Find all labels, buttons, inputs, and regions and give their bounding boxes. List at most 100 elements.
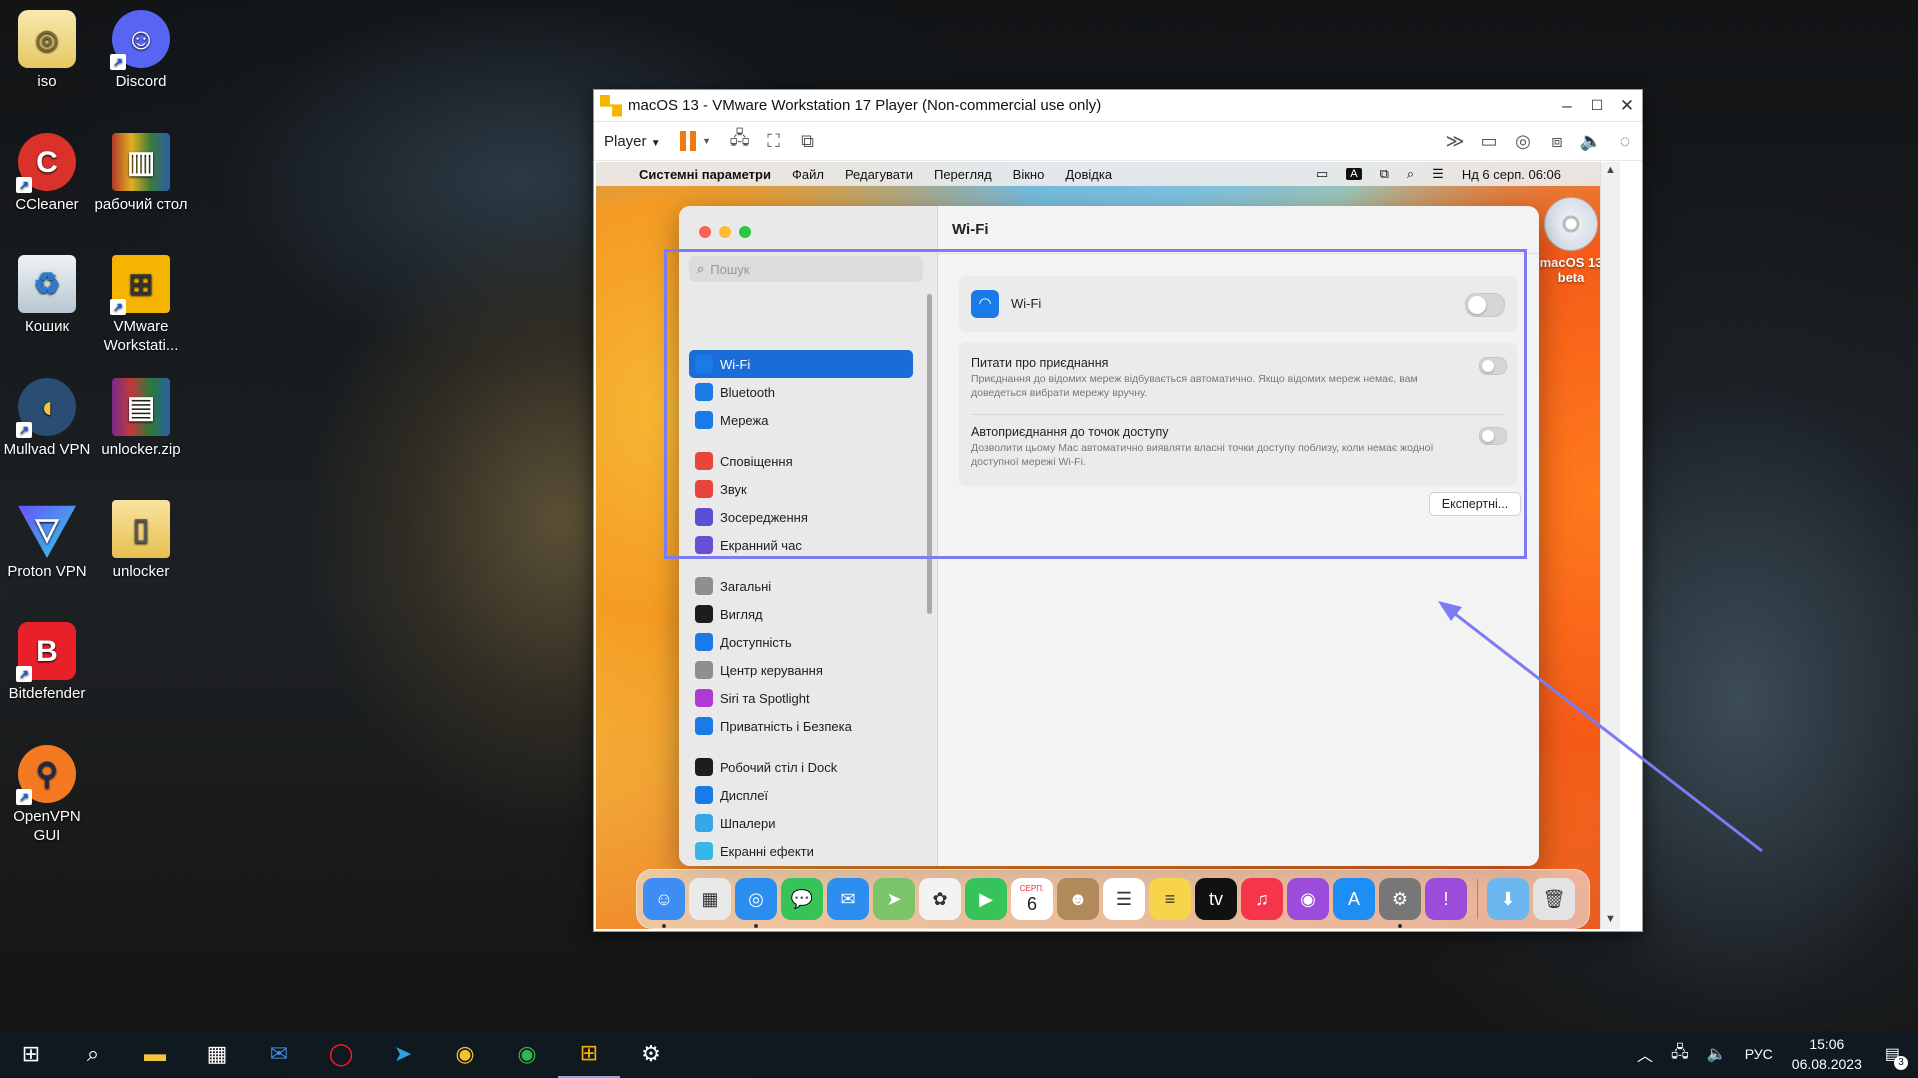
telegram-button[interactable]: ➤ (372, 1031, 434, 1077)
desktop-icon-mullvad[interactable]: ◖ ↗ Mullvad VPN (0, 378, 94, 459)
taskbar-clock[interactable]: 15:06 06.08.2023 (1792, 1034, 1862, 1074)
launchpad-icon[interactable]: ▦ (689, 878, 731, 920)
wifi-toggle[interactable] (1465, 293, 1505, 317)
desktop-icon-openvpn[interactable]: ⚲ ↗ OpenVPN GUI (0, 745, 94, 845)
opera-button[interactable]: ◯ (310, 1031, 372, 1077)
sidebar-item[interactable]: Wi-Fi (689, 350, 913, 378)
screen-mirror-icon[interactable]: ▭ (1316, 166, 1328, 182)
maps-icon[interactable]: ➤ (873, 878, 915, 920)
desktop-icon-bitdefender[interactable]: B ↗ Bitdefender (0, 622, 94, 703)
desktop-icon-unlocker[interactable]: ▯ unlocker (94, 500, 188, 581)
fullscreen-button[interactable]: ⛶ (757, 127, 791, 155)
close-dot[interactable] (699, 226, 711, 238)
more-devices-button[interactable]: ≫ (1438, 127, 1472, 155)
sidebar-item[interactable]: Загальні (689, 572, 913, 600)
messages-icon[interactable]: 💬 (781, 878, 823, 920)
menu-window[interactable]: Вікно (1013, 167, 1045, 182)
menu-app-name[interactable]: Системні параметри (639, 167, 771, 182)
system-settings-icon[interactable]: ⚙ (1379, 878, 1421, 928)
menu-view[interactable]: Перегляд (934, 167, 992, 182)
sidebar-item[interactable]: Доступність (689, 628, 913, 656)
network-button[interactable]: ⧈ (1540, 127, 1574, 155)
volume-icon[interactable]: 🔈 (1707, 1044, 1727, 1064)
sidebar-item[interactable]: Екранні ефекти (689, 837, 913, 865)
desktop-icon-recycle-bin[interactable]: ♻ Кошик (0, 255, 94, 336)
scroll-down-icon[interactable]: ▼ (1601, 913, 1620, 925)
notifications-button[interactable]: ▤ 3 (1885, 1044, 1908, 1070)
hotspot-autojoin-toggle[interactable] (1479, 427, 1507, 445)
zoom-dot[interactable] (739, 226, 751, 238)
desktop-icon-unlocker-zip[interactable]: ▤ unlocker.zip (94, 378, 188, 459)
app-store-icon[interactable]: A (1333, 878, 1375, 920)
apple-tv-icon[interactable]: tv (1195, 878, 1237, 920)
mail-icon[interactable]: ✉ (827, 878, 869, 920)
search-button[interactable]: ⌕ (62, 1031, 124, 1077)
safari-icon[interactable]: ◎ (735, 878, 777, 928)
calendar-icon[interactable]: СЕРП. 6 (1011, 878, 1053, 920)
pause-button[interactable]: ▼ (679, 127, 713, 155)
feedback-icon[interactable]: ! (1425, 878, 1467, 920)
settings-button[interactable]: ⚙ (620, 1031, 682, 1077)
sidebar-item[interactable]: Центр керування (689, 656, 913, 684)
file-explorer-button[interactable]: ▬ (124, 1031, 186, 1077)
input-source-badge[interactable]: A (1346, 168, 1362, 180)
podcasts-icon[interactable]: ◉ (1287, 878, 1329, 920)
sidebar-item[interactable]: Bluetooth (689, 378, 913, 406)
menubar-clock[interactable]: Нд 6 серп. 06:06 (1462, 167, 1561, 182)
sidebar-item[interactable]: Екранний час (689, 531, 913, 559)
minimize-button[interactable]: – (1552, 96, 1582, 116)
desktop-icon-proton-vpn[interactable]: ▽ ↗ Proton VPN (0, 500, 94, 581)
sidebar-item[interactable]: Сповіщення (689, 447, 913, 475)
chevron-up-icon[interactable]: ︿ (1637, 1042, 1653, 1066)
stage-manager-icon[interactable]: ⧉ (1380, 166, 1389, 182)
cd-dvd-button[interactable]: ◎ (1506, 127, 1540, 155)
desktop-icon-discord[interactable]: ☺ ↗ Discord (94, 10, 188, 91)
sound-button[interactable]: 🔈 (1574, 127, 1608, 155)
contacts-icon[interactable]: ☻ (1057, 878, 1099, 920)
sidebar-item[interactable]: Приватність і Безпека (689, 712, 913, 740)
facetime-icon[interactable]: ▶ (965, 878, 1007, 920)
desktop-icon-work-desk[interactable]: ▥ рабочий стол (94, 133, 188, 214)
sidebar-item[interactable]: Робочий стіл і Dock (689, 753, 913, 781)
settings-search[interactable]: ⌕ Пошук (689, 256, 923, 282)
sidebar-item[interactable]: Дисплеї (689, 781, 913, 809)
start-button[interactable]: ⊞ (0, 1031, 62, 1077)
vmware-taskbar-button[interactable]: ⊞ (558, 1030, 620, 1078)
hard-disk-button[interactable]: ▭ (1472, 127, 1506, 155)
menu-file[interactable]: Файл (792, 167, 824, 182)
downloads-folder-icon[interactable]: ⬇ (1487, 878, 1529, 920)
minimize-dot[interactable] (719, 226, 731, 238)
dvd-desktop-icon[interactable]: macOS 13 beta (1531, 197, 1611, 285)
desktop-icon-ccleaner[interactable]: C ↗ CCleaner (0, 133, 94, 214)
music-icon[interactable]: ♫ (1241, 878, 1283, 920)
sidebar-item[interactable]: Звук (689, 475, 913, 503)
store-button[interactable]: ▦ (186, 1031, 248, 1077)
unity-button[interactable]: ⧉ (791, 127, 825, 155)
menu-edit[interactable]: Редагувати (845, 167, 913, 182)
ask-to-join-toggle[interactable] (1479, 357, 1507, 375)
photos-icon[interactable]: ✿ (919, 878, 961, 920)
sidebar-item[interactable]: Мережа (689, 406, 913, 434)
scroll-up-icon[interactable]: ▲ (1601, 164, 1620, 176)
macos-guest-screen[interactable]: Системні параметри Файл Редагувати Перег… (596, 162, 1620, 929)
chrome-profile-button[interactable]: ◉ (496, 1031, 558, 1077)
trash-icon[interactable]: 🗑 (1533, 878, 1575, 920)
send-ctrl-alt-del-button[interactable]: 🖧 (723, 127, 757, 155)
close-button[interactable]: ✕ (1612, 96, 1642, 116)
message-log-button[interactable]: ◌ (1608, 127, 1642, 155)
maximize-button[interactable]: ☐ (1582, 97, 1612, 114)
desktop-icon-iso[interactable]: ◎ iso (0, 10, 94, 91)
sidebar-scrollbar[interactable] (927, 294, 932, 614)
sidebar-item[interactable]: Зосередження (689, 503, 913, 531)
network-icon[interactable]: 🖧 (1671, 1041, 1689, 1068)
desktop-icon-vmware[interactable]: ⊞ ↗ VMware Workstati... (94, 255, 188, 355)
sidebar-item[interactable]: Вигляд (689, 600, 913, 628)
mail-button[interactable]: ✉ (248, 1031, 310, 1077)
reminders-icon[interactable]: ☰ (1103, 878, 1145, 920)
spotlight-icon[interactable]: ⌕ (1407, 166, 1414, 182)
player-menu[interactable]: Player ▼ (604, 133, 661, 150)
vmware-scrollbar[interactable]: ▲ ▼ (1600, 162, 1620, 929)
finder-icon[interactable]: ☺ (643, 878, 685, 928)
language-indicator[interactable]: РУС (1745, 1046, 1773, 1062)
sidebar-item[interactable]: Шпалери (689, 809, 913, 837)
